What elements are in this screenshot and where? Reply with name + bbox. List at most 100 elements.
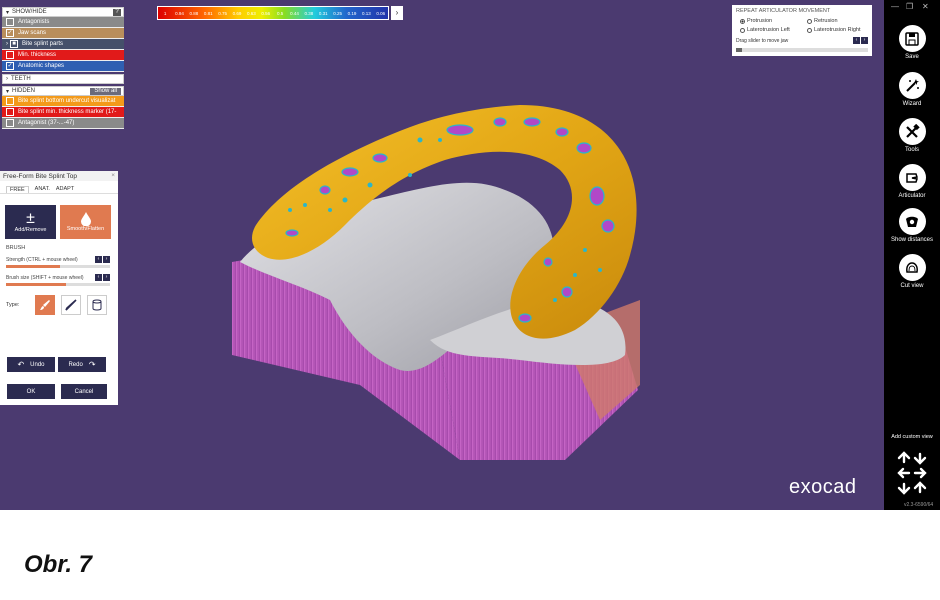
3d-viewport[interactable]: 1 0.94 0.88 0.81 0.75 0.69 0.63 0.56 0.5…: [0, 0, 884, 510]
mode-buttons: ± Add/Remove Smooth/Flatten: [5, 205, 111, 239]
exocad-logo: exocad: [789, 476, 857, 498]
item-antagonist-37-47[interactable]: Antagonist (37-...-47): [2, 118, 124, 129]
item-label: Antagonists: [18, 19, 50, 25]
undo-icon: ↶: [17, 360, 25, 369]
chevron-right-icon[interactable]: ›: [391, 6, 403, 20]
teeth-title: TEETH: [11, 76, 31, 82]
tab-free[interactable]: FREE: [6, 186, 29, 193]
articulator-label: Articulator: [898, 193, 926, 199]
checkbox-icon[interactable]: [6, 108, 14, 116]
show-distances-button[interactable]: Show distances: [884, 208, 940, 244]
bite-splint-model[interactable]: [0, 0, 884, 510]
scale-label: 0.25: [333, 11, 343, 16]
brush-size-arrows: ‹ ›: [95, 274, 110, 281]
cancel-button[interactable]: Cancel: [61, 384, 107, 399]
item-label: Bite splint parts: [22, 41, 64, 47]
scale-label: 0.19: [347, 11, 357, 16]
hidden-header[interactable]: ▾ HIDDEN Show all: [2, 86, 124, 96]
chevron-right-icon[interactable]: ›: [861, 37, 868, 44]
item-min-thickness-marker[interactable]: Bite splint min. thickness marker (17-: [2, 107, 124, 118]
tab-anat[interactable]: ANAT.: [35, 186, 50, 193]
item-label: Bite splint bottom undercut visualizat: [18, 98, 116, 104]
articulator-button[interactable]: Articulator: [884, 164, 940, 200]
item-label: Min. thickness: [18, 52, 57, 58]
wizard-button[interactable]: Wizard: [884, 72, 940, 108]
showhide-header[interactable]: ▾ SHOW/HIDE ?: [2, 7, 124, 17]
articulator-movement-panel: REPEAT ARTICULATOR MOVEMENT Protrusion R…: [732, 5, 872, 56]
scale-label: 0.38: [304, 11, 314, 16]
smooth-flatten-button[interactable]: Smooth/Flatten: [60, 205, 111, 239]
item-min-thickness[interactable]: Min. thickness: [2, 50, 124, 61]
cut-view-icon: [898, 254, 926, 281]
help-button[interactable]: ?: [113, 9, 121, 16]
tools-button[interactable]: Tools: [884, 118, 940, 154]
type-label: Type:: [6, 302, 20, 308]
add-remove-button[interactable]: ± Add/Remove: [5, 205, 56, 239]
jaw-slider[interactable]: [736, 48, 868, 52]
checkbox-checked-icon[interactable]: ✓: [6, 29, 14, 37]
jaw-slider-handle[interactable]: [736, 48, 742, 52]
show-hide-panel: ▾ SHOW/HIDE ? Antagonists ✓ Jaw scans › ■ B…: [2, 7, 124, 129]
close-window-icon[interactable]: ✕: [922, 2, 929, 11]
scale-label: 0.75: [218, 11, 228, 16]
scale-label: 0.31: [318, 11, 328, 16]
scale-label: 0.5: [277, 11, 284, 16]
teeth-header[interactable]: › TEETH: [2, 74, 124, 84]
close-icon[interactable]: ×: [111, 172, 115, 179]
radio-protrusion[interactable]: Protrusion: [740, 18, 772, 24]
item-label: Jaw scans: [18, 30, 47, 36]
redo-button[interactable]: Redo ↷: [58, 357, 106, 372]
strength-slider[interactable]: [6, 265, 110, 268]
show-distances-icon: [898, 208, 926, 235]
view-arrows[interactable]: [896, 450, 928, 501]
chevron-left-icon[interactable]: ‹: [95, 274, 102, 281]
radio-icon: [740, 27, 745, 33]
item-bite-splint-parts[interactable]: › ■ Bite splint parts: [2, 39, 124, 50]
item-jaw-scans[interactable]: ✓ Jaw scans: [2, 28, 124, 39]
right-toolbar: — ❐ ✕ Save Wizard Tools Articulator Show…: [884, 0, 940, 510]
color-scale-bar: 1 0.94 0.88 0.81 0.75 0.69 0.63 0.56 0.5…: [157, 6, 389, 20]
radio-selected-icon: [740, 18, 745, 24]
checkbox-icon[interactable]: [6, 51, 14, 59]
scale-label: 0.63: [247, 11, 256, 16]
minimize-icon[interactable]: —: [891, 2, 899, 11]
checkbox-icon[interactable]: [6, 97, 14, 105]
tool-panel-header[interactable]: Free-Form Bite Splint Top ×: [0, 171, 118, 181]
radio-retrusion[interactable]: Retrusion: [807, 18, 838, 24]
checkbox-icon[interactable]: [6, 119, 14, 127]
chevron-left-icon[interactable]: ‹: [853, 37, 860, 44]
brush-size-slider-fill: [6, 283, 67, 286]
checkbox-checked-icon[interactable]: ✓: [6, 62, 14, 70]
item-undercut-visualization[interactable]: Bite splint bottom undercut visualizat: [2, 96, 124, 107]
brush-type-paint-button[interactable]: [35, 295, 56, 315]
chevron-left-icon[interactable]: ‹: [95, 256, 102, 263]
restore-icon[interactable]: ❐: [906, 2, 913, 11]
radio-label: Laterotrusion Right: [814, 27, 861, 33]
undo-button[interactable]: ↶ Undo: [7, 357, 55, 372]
brush-size-slider[interactable]: [6, 283, 110, 286]
chevron-right-icon[interactable]: ›: [103, 256, 110, 263]
checkbox-icon[interactable]: [6, 18, 14, 26]
cut-view-button[interactable]: Cut view: [884, 254, 940, 290]
radio-laterotrusion-right[interactable]: Laterotrusion Right: [807, 27, 860, 33]
item-anatomic-shapes[interactable]: ✓ Anatomic shapes: [2, 61, 124, 72]
checkbox-checked-icon[interactable]: ■: [10, 40, 18, 48]
item-antagonists[interactable]: Antagonists: [2, 17, 124, 28]
show-all-button[interactable]: Show all: [90, 88, 121, 95]
smooth-flatten-label: Smooth/Flatten: [66, 226, 105, 232]
strength-slider-fill: [6, 265, 61, 268]
hidden-title: HIDDEN: [12, 88, 36, 94]
brush-type-stroke-button[interactable]: [61, 295, 82, 315]
scale-label: 0.69: [232, 11, 242, 16]
radio-laterotrusion-left[interactable]: Laterotrusion Left: [740, 27, 790, 33]
tab-adapt[interactable]: ADAPT: [56, 186, 74, 193]
save-button[interactable]: Save: [884, 25, 940, 61]
chevron-right-icon[interactable]: ›: [6, 41, 8, 47]
radio-icon: [807, 27, 812, 33]
scale-label: 0.81: [203, 11, 213, 16]
chevron-right-icon[interactable]: ›: [103, 274, 110, 281]
ok-button[interactable]: OK: [7, 384, 55, 399]
wizard-icon: [898, 72, 926, 99]
brush-type-cylinder-button[interactable]: [87, 295, 108, 315]
save-icon: [898, 25, 926, 52]
